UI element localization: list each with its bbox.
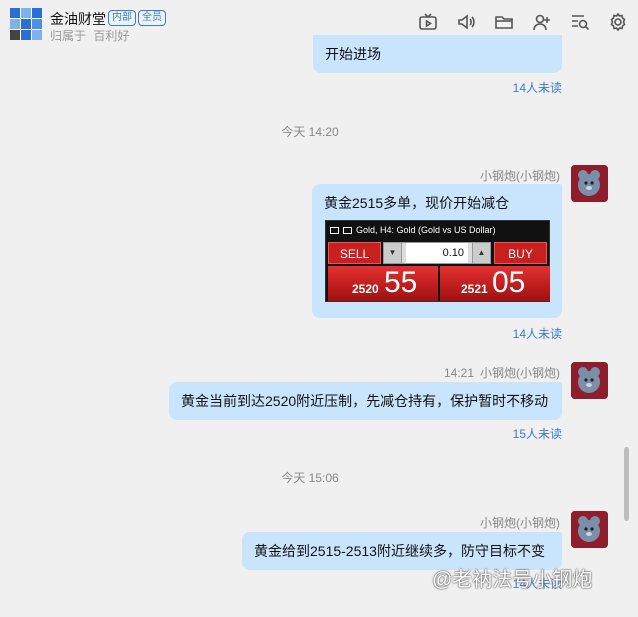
grid-icon [330,227,339,234]
add-user-icon[interactable] [532,12,552,32]
group-title[interactable]: 金油财堂 [50,9,106,29]
message-text: 黄金给到2515-2513附近继续多，防守目标不变 [254,543,545,559]
owner-prefix: 归属于 [50,29,87,43]
owner-name: 百利好 [93,29,130,43]
sell-button[interactable]: SELL [328,242,381,264]
sender-avatar[interactable] [571,165,608,202]
time-separator: 今天 15:06 [281,471,339,485]
group-owner: 归属于 百利好 [50,27,129,44]
unread-count[interactable]: 14人未读 [513,325,562,342]
group-avatar[interactable] [10,8,42,40]
message-text: 黄金2515多单，现价开始减仓 [324,195,510,211]
lot-stepper[interactable]: ▼ 0.10 ▲ [383,242,491,264]
settings-gear-icon[interactable] [608,12,628,32]
sell-price-pips: 55 [384,266,418,299]
buy-button[interactable]: BUY [494,242,547,264]
sender-name: 小钢炮(小钢炮) [480,169,560,183]
chart-icon [343,227,352,234]
buy-price[interactable]: 2521 05 [440,266,550,301]
message-text: 黄金当前到达2520附近压制，先减仓持有，保护暂时不移动 [181,393,549,409]
sender-name-text: 小钢炮(小钢炮) [480,366,560,380]
message-text: 开始进场 [325,46,381,62]
message-bubble[interactable]: 黄金当前到达2520附近压制，先减仓持有，保护暂时不移动 [169,382,562,420]
trade-title: Gold, H4: Gold (Gold vs US Dollar) [356,225,496,235]
search-list-icon[interactable] [570,12,590,32]
sender-avatar[interactable] [571,362,608,399]
lot-increase-icon[interactable]: ▲ [472,243,490,263]
trade-title-bar: Gold, H4: Gold (Gold vs US Dollar) [326,221,549,239]
live-tv-icon[interactable] [418,12,438,32]
lot-value[interactable]: 0.10 [406,243,468,263]
speaker-icon[interactable] [456,12,476,32]
internal-tag: 内部 [108,10,136,26]
sell-price[interactable]: 2520 55 [328,266,438,301]
unread-count[interactable]: 15人未读 [513,425,562,442]
scrollbar-thumb[interactable] [624,447,629,521]
header-toolbar [418,12,628,32]
sender-avatar[interactable] [571,511,608,548]
message-bubble[interactable]: 开始进场 [313,35,562,73]
folder-icon[interactable] [494,12,514,32]
sell-price-prefix: 2520 [352,282,379,296]
message-time: 14:21 [443,366,474,380]
trade-panel-image[interactable]: Gold, H4: Gold (Gold vs US Dollar) SELL … [325,220,550,302]
buy-price-prefix: 2521 [461,282,488,296]
sender-name: 14:21 小钢炮(小钢炮) [444,364,560,381]
all-members-tag: 全员 [138,10,166,26]
time-separator: 今天 14:20 [281,125,339,139]
buy-price-pips: 05 [492,266,526,299]
watermark: @老衲法号小钢炮 [432,569,593,591]
sender-name: 小钢炮(小钢炮) [480,516,560,530]
unread-count[interactable]: 14人未读 [513,79,562,96]
lot-decrease-icon[interactable]: ▼ [384,243,402,263]
